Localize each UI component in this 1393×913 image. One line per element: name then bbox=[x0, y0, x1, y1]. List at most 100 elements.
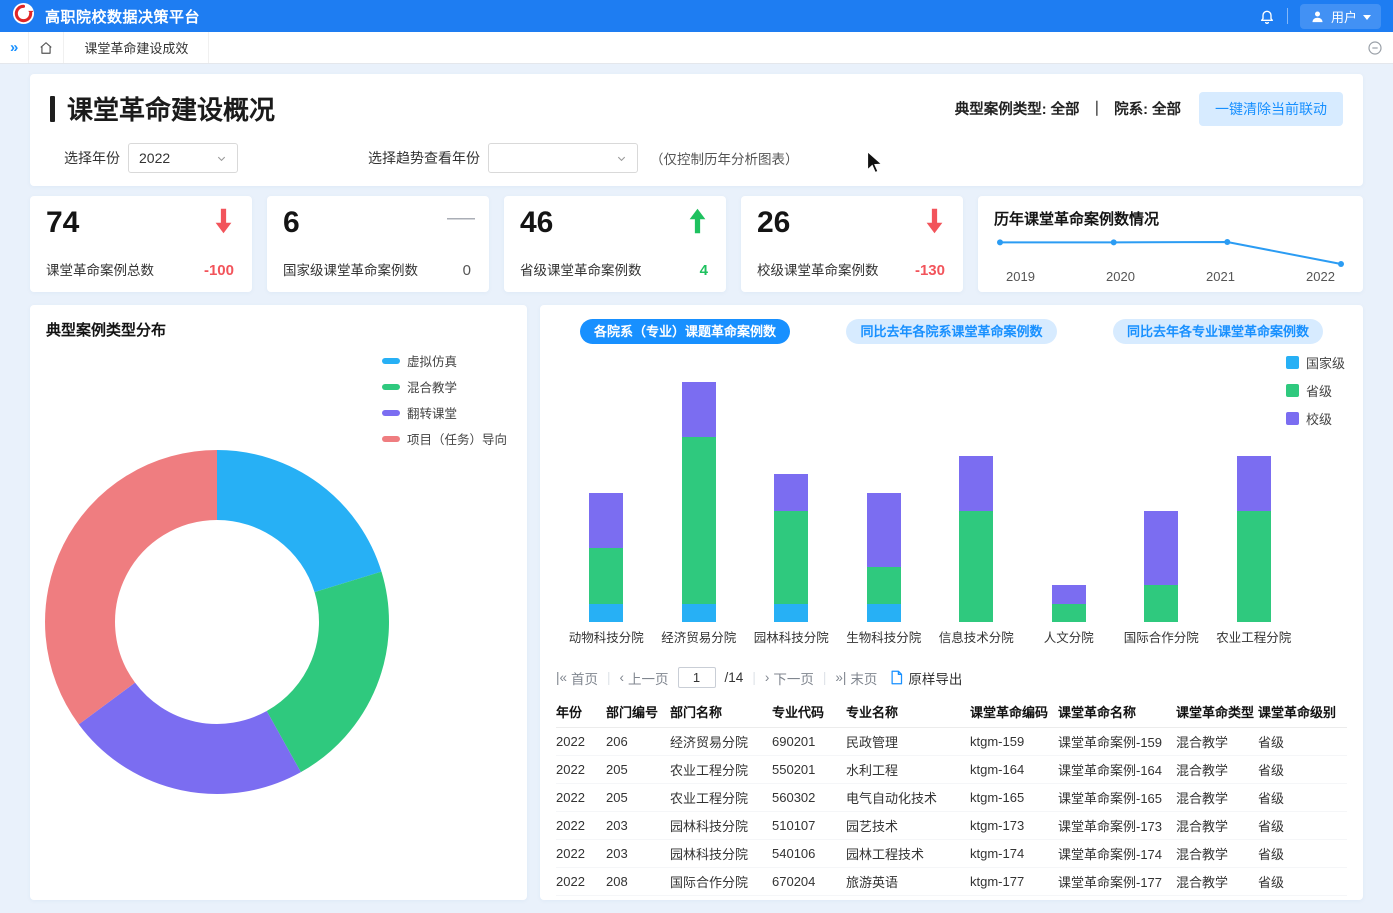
user-avatar-icon bbox=[1310, 9, 1325, 24]
trend-select-note: （仅控制历年分析图表） bbox=[650, 148, 799, 168]
trend-year-select[interactable] bbox=[488, 143, 638, 173]
table-cell: 课堂革命案例-165 bbox=[1058, 783, 1176, 811]
table-cell: 省级 bbox=[1258, 727, 1347, 755]
table-row[interactable]: 2022205农业工程分院550201水利工程ktgm-164课堂革命案例-16… bbox=[556, 755, 1347, 783]
table-cell: 水利工程 bbox=[846, 755, 970, 783]
bar-segment[interactable] bbox=[589, 493, 623, 548]
stat-label: 省级课堂革命案例数 bbox=[520, 259, 642, 279]
bar-segment[interactable] bbox=[867, 567, 901, 604]
table-row[interactable]: 2022206经济贸易分院690201民政管理ktgm-159课堂革命案例-15… bbox=[556, 727, 1347, 755]
chevron-down-icon bbox=[616, 153, 627, 164]
table-cell: 农业工程分院 bbox=[670, 783, 772, 811]
chart-tab-by-department[interactable]: 各院系（专业）课题革命案例数 bbox=[580, 319, 790, 344]
table-cell: 园艺技术 bbox=[846, 811, 970, 839]
legend-item[interactable]: 虚拟仿真 bbox=[382, 351, 507, 370]
bar-segment[interactable] bbox=[589, 548, 623, 603]
bar-segment[interactable] bbox=[959, 511, 993, 622]
table-cell: 旅游英语 bbox=[846, 867, 970, 895]
home-tab[interactable] bbox=[28, 32, 64, 63]
legend-swatch bbox=[382, 410, 400, 416]
table-row[interactable]: 2022205农业工程分院560302电气自动化技术ktgm-165课堂革命案例… bbox=[556, 783, 1347, 811]
bar-segment[interactable] bbox=[1052, 604, 1086, 623]
table-row[interactable]: 2022203园林科技分院510107园艺技术ktgm-173课堂革命案例-17… bbox=[556, 811, 1347, 839]
stat-card-total: 74 课堂革命案例总数 -100 bbox=[30, 196, 252, 292]
case-type-value: 全部 bbox=[1051, 102, 1080, 118]
table-cell: 省级 bbox=[1258, 811, 1347, 839]
table-cell: 混合教学 bbox=[1176, 867, 1258, 895]
bar-segment[interactable] bbox=[1237, 456, 1271, 511]
chart-tab-yoy-major[interactable]: 同比去年各专业课堂革命案例数 bbox=[1113, 319, 1323, 344]
tab-options-icon[interactable] bbox=[1367, 40, 1383, 56]
first-page-button[interactable]: |« 首页 bbox=[556, 668, 598, 688]
tab-classroom-revolution[interactable]: 课堂革命建设成效 bbox=[64, 32, 209, 63]
table-cell: 混合教学 bbox=[1176, 755, 1258, 783]
export-file-icon bbox=[890, 670, 903, 685]
prev-page-button[interactable]: ‹ 上一页 bbox=[620, 668, 669, 688]
bar-segment[interactable] bbox=[1052, 585, 1086, 604]
donut-card-title: 典型案例类型分布 bbox=[46, 319, 166, 340]
legend-item[interactable]: 翻转课堂 bbox=[382, 403, 507, 422]
bar-segment[interactable] bbox=[867, 493, 901, 567]
bar-segment[interactable] bbox=[1144, 511, 1178, 585]
donut-segment[interactable] bbox=[217, 485, 348, 582]
bar-column[interactable] bbox=[560, 382, 653, 622]
donut-segment[interactable] bbox=[80, 485, 217, 704]
year-select[interactable]: 2022 bbox=[128, 143, 238, 173]
last-page-button[interactable]: »| 末页 bbox=[835, 668, 877, 688]
trend-year-select-label: 选择趋势查看年份 bbox=[368, 148, 480, 168]
table-cell: ktgm-159 bbox=[970, 727, 1058, 755]
table-cell: 670204 bbox=[772, 867, 846, 895]
bar-column[interactable] bbox=[745, 382, 838, 622]
bar-segment[interactable] bbox=[682, 604, 716, 623]
platform-logo-icon bbox=[12, 2, 35, 30]
year-tick-label: 2022 bbox=[1306, 269, 1335, 284]
bar-column[interactable] bbox=[838, 382, 931, 622]
next-page-button[interactable]: › 下一页 bbox=[765, 668, 814, 688]
bar-column[interactable] bbox=[653, 382, 746, 622]
donut-chart[interactable] bbox=[30, 435, 527, 875]
table-cell: 205 bbox=[606, 783, 670, 811]
sidebar-expand-icon[interactable]: » bbox=[0, 39, 28, 56]
legend-item[interactable]: 混合教学 bbox=[382, 377, 507, 396]
next-page-icon: › bbox=[765, 670, 770, 685]
table-cell: 205 bbox=[606, 755, 670, 783]
table-cell: 550201 bbox=[772, 755, 846, 783]
donut-segment[interactable] bbox=[107, 704, 284, 759]
bar-category-label: 人文分院 bbox=[1023, 627, 1116, 646]
table-row[interactable]: 2022208国际合作分院670204旅游英语ktgm-177课堂革命案例-17… bbox=[556, 867, 1347, 895]
stats-row: 74 课堂革命案例总数 -100 6 国家级课堂革命案例数 —— 0 46 省级… bbox=[30, 196, 1363, 292]
export-button[interactable]: 原样导出 bbox=[890, 668, 962, 688]
bar-category-label: 动物科技分院 bbox=[560, 627, 653, 646]
bar-column[interactable] bbox=[930, 382, 1023, 622]
clear-linkage-button[interactable]: 一键清除当前联动 bbox=[1199, 92, 1343, 126]
dept-label: 院系: bbox=[1114, 102, 1148, 118]
donut-segment[interactable] bbox=[284, 582, 354, 742]
bar-segment[interactable] bbox=[1144, 585, 1178, 622]
table-cell: 混合教学 bbox=[1176, 839, 1258, 867]
legend-item[interactable]: 国家级 bbox=[1286, 353, 1345, 372]
bar-segment[interactable] bbox=[774, 511, 808, 603]
page-number-input[interactable] bbox=[678, 667, 716, 688]
bar-segment[interactable] bbox=[682, 437, 716, 603]
bar-segment[interactable] bbox=[682, 382, 716, 437]
bar-column[interactable] bbox=[1208, 382, 1301, 622]
bar-column[interactable] bbox=[1115, 382, 1208, 622]
notification-bell-icon[interactable] bbox=[1259, 8, 1275, 24]
bar-segment[interactable] bbox=[867, 604, 901, 623]
history-sparkline-chart[interactable] bbox=[994, 236, 1347, 270]
chart-tab-yoy-department[interactable]: 同比去年各院系课堂革命案例数 bbox=[846, 319, 1056, 344]
bar-column[interactable] bbox=[1023, 382, 1116, 622]
bar-segment[interactable] bbox=[774, 604, 808, 623]
bar-segment[interactable] bbox=[959, 456, 993, 511]
overview-card: 课堂革命建设概况 典型案例类型: 全部 ｜ 院系: 全部 一键清除当前联动 选择… bbox=[30, 74, 1363, 186]
bar-segment[interactable] bbox=[1237, 511, 1271, 622]
user-menu[interactable]: 用户 bbox=[1300, 4, 1381, 29]
table-header-cell: 年份 bbox=[556, 697, 606, 727]
stat-card-school: 26 校级课堂革命案例数 -130 bbox=[741, 196, 963, 292]
stat-value: 26 bbox=[757, 206, 790, 240]
table-cell: 课堂革命案例-159 bbox=[1058, 727, 1176, 755]
table-row[interactable]: 2022203园林科技分院540106园林工程技术ktgm-174课堂革命案例-… bbox=[556, 839, 1347, 867]
bar-segment[interactable] bbox=[774, 474, 808, 511]
bar-segment[interactable] bbox=[589, 604, 623, 623]
table-header-cell: 课堂革命级别 bbox=[1258, 697, 1347, 727]
